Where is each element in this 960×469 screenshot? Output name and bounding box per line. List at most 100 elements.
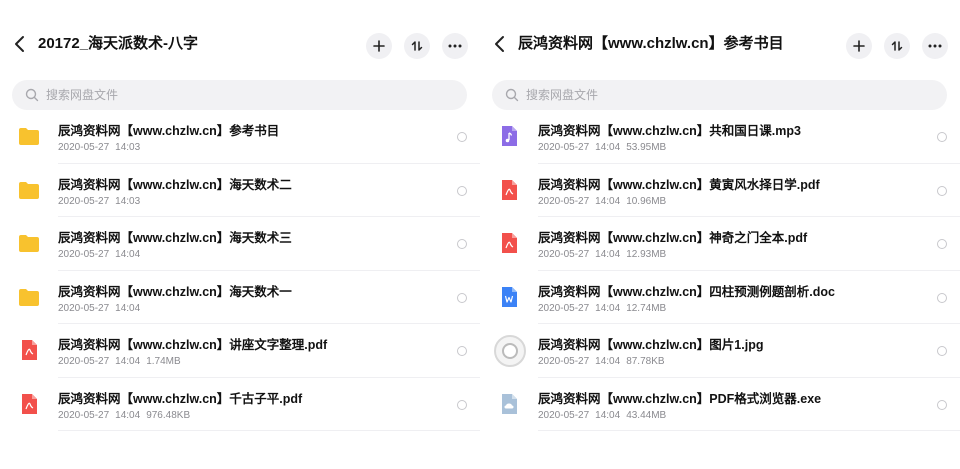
file-meta: 2020-05-27 14:04 [58, 248, 152, 261]
file-date: 2020-05-27 [538, 302, 590, 314]
select-radio[interactable] [457, 292, 467, 303]
select-radio[interactable] [457, 239, 467, 249]
file-name: 辰鸿资料网【www.chzlw.cn】图片1.jpg [538, 338, 764, 352]
file-time: 14:04 [115, 409, 141, 421]
file-date: 2020-05-27 [58, 409, 110, 421]
list-item[interactable]: 辰鸿资料网【www.chzlw.cn】四柱预测例题剖析.doc 2020-05-2… [480, 271, 960, 324]
file-date: 2020-05-27 [58, 249, 110, 260]
file-time: 14:04 [595, 356, 621, 367]
divider [538, 430, 960, 431]
file-time: 14:04 [115, 302, 141, 314]
file-time: 14:04 [595, 249, 621, 260]
file-time: 14:04 [595, 302, 621, 314]
file-time: 14:04 [115, 356, 141, 367]
header: 辰鸿资料网【www.chzlw.cn】参考书目 [480, 0, 960, 70]
sort-button[interactable] [404, 33, 430, 59]
file-name: 辰鸿资料网【www.chzlw.cn】千古子平.pdf [58, 391, 303, 406]
list-item[interactable]: 辰鸿资料网【www.chzlw.cn】参考书目 2020-05-27 14:03 [0, 110, 480, 164]
back-button[interactable] [492, 34, 508, 54]
select-radio[interactable] [937, 399, 947, 410]
file-size: 87.78KB [626, 356, 665, 367]
file-meta: 2020-05-27 14:04 53.95MB [538, 141, 672, 154]
select-radio[interactable] [457, 346, 467, 356]
add-button[interactable] [846, 33, 872, 59]
file-time: 14:03 [115, 142, 141, 153]
search-input[interactable] [526, 80, 936, 110]
file-list: 辰鸿资料网【www.chzlw.cn】参考书目 2020-05-27 14:03 辰鸿… [0, 110, 480, 431]
folder-icon [18, 178, 40, 202]
search-bar[interactable] [492, 80, 947, 110]
sort-arrows-icon [411, 41, 423, 51]
file-date: 2020-05-27 [58, 356, 110, 367]
pdf-icon [18, 392, 40, 416]
pdf-icon [498, 178, 520, 202]
file-size: 10.96MB [626, 195, 667, 207]
file-size: 12.74MB [626, 302, 667, 314]
file-date: 2020-05-27 [538, 409, 590, 421]
file-name: 辰鸿资料网【www.chzlw.cn】共和国日课.mp3 [538, 124, 801, 138]
file-date: 2020-05-27 [58, 302, 110, 314]
file-date: 2020-05-27 [538, 356, 590, 367]
pdf-icon [498, 231, 520, 255]
file-time: 14:03 [115, 195, 141, 207]
list-item[interactable]: 辰鸿资料网【www.chzlw.cn】海天数术一 2020-05-27 14:04 [0, 271, 480, 324]
file-name: 辰鸿资料网【www.chzlw.cn】黄寅风水择日学.pdf [538, 177, 820, 192]
file-date: 2020-05-27 [58, 142, 110, 153]
more-button[interactable] [442, 33, 468, 59]
list-item[interactable]: 辰鸿资料网【www.chzlw.cn】神奇之门全本.pdf 2020-05-27 1… [480, 217, 960, 271]
add-button[interactable] [366, 33, 392, 59]
right-pane: 辰鸿资料网【www.chzlw.cn】参考书目 辰鸿资料网【www.chzlw.… [480, 0, 960, 469]
file-size: 43.44MB [626, 409, 667, 421]
list-item[interactable]: 辰鸿资料网【www.chzlw.cn】海天数术三 2020-05-27 14:04 [0, 217, 480, 271]
chevron-left-icon [15, 36, 24, 52]
list-item[interactable]: 辰鸿资料网【www.chzlw.cn】海天数术二 2020-05-27 14:03 [0, 164, 480, 217]
search-bar[interactable] [12, 80, 467, 110]
select-radio[interactable] [937, 346, 947, 356]
file-date: 2020-05-27 [538, 142, 590, 153]
pdf-icon [18, 338, 40, 362]
list-item[interactable]: 辰鸿资料网【www.chzlw.cn】黄寅风水择日学.pdf 2020-05-27… [480, 164, 960, 217]
search-icon [505, 88, 519, 102]
plus-icon [373, 40, 385, 52]
word-doc-icon [498, 285, 520, 309]
audio-file-icon [498, 124, 520, 148]
header: 20172_海天派数术-八字 [0, 0, 480, 70]
exe-file-icon [498, 392, 520, 416]
folder-icon [18, 231, 40, 255]
file-name: 辰鸿资料网【www.chzlw.cn】参考书目 [58, 124, 280, 138]
file-size: 12.93MB [626, 249, 667, 260]
file-name: 辰鸿资料网【www.chzlw.cn】神奇之门全本.pdf [538, 231, 808, 245]
list-item[interactable]: 辰鸿资料网【www.chzlw.cn】讲座文字整理.pdf 2020-05-27 1… [0, 324, 480, 378]
select-radio[interactable] [457, 399, 467, 410]
search-input[interactable] [46, 80, 456, 110]
select-radio[interactable] [937, 132, 947, 142]
list-item[interactable]: 辰鸿资料网【www.chzlw.cn】千古子平.pdf 2020-05-27 14:… [0, 378, 480, 431]
divider [58, 430, 480, 431]
file-name: 辰鸿资料网【www.chzlw.cn】四柱预测例题剖析.doc [538, 284, 836, 299]
back-button[interactable] [12, 34, 28, 54]
file-date: 2020-05-27 [58, 195, 110, 207]
file-meta: 2020-05-27 14:04 10.96MB [538, 195, 672, 208]
file-time: 14:04 [595, 142, 621, 153]
more-button[interactable] [922, 33, 948, 59]
select-radio[interactable] [937, 292, 947, 303]
select-radio[interactable] [457, 132, 467, 142]
folder-icon [18, 285, 40, 309]
file-name: 辰鸿资料网【www.chzlw.cn】PDF格式浏览器.exe [538, 391, 822, 406]
file-meta: 2020-05-27 14:04 12.93MB [538, 248, 672, 261]
folder-icon [18, 124, 40, 148]
select-radio[interactable] [937, 239, 947, 249]
file-list: 辰鸿资料网【www.chzlw.cn】共和国日课.mp3 2020-05-27 14… [480, 110, 960, 431]
list-item[interactable]: 辰鸿资料网【www.chzlw.cn】图片1.jpg 2020-05-27 14:0… [480, 324, 960, 378]
file-meta: 2020-05-27 14:03 [58, 195, 152, 208]
select-radio[interactable] [457, 185, 467, 196]
select-radio[interactable] [937, 185, 947, 196]
file-name: 辰鸿资料网【www.chzlw.cn】海天数术三 [58, 231, 292, 245]
list-item[interactable]: 辰鸿资料网【www.chzlw.cn】PDF格式浏览器.exe 2020-05-2… [480, 378, 960, 431]
file-name: 辰鸿资料网【www.chzlw.cn】海天数术二 [58, 177, 292, 192]
file-name: 辰鸿资料网【www.chzlw.cn】海天数术一 [58, 284, 292, 299]
sort-button[interactable] [884, 33, 910, 59]
list-item[interactable]: 辰鸿资料网【www.chzlw.cn】共和国日课.mp3 2020-05-27 14… [480, 110, 960, 164]
file-meta: 2020-05-27 14:04 1.74MB [58, 355, 187, 368]
more-dots-icon [448, 44, 462, 48]
